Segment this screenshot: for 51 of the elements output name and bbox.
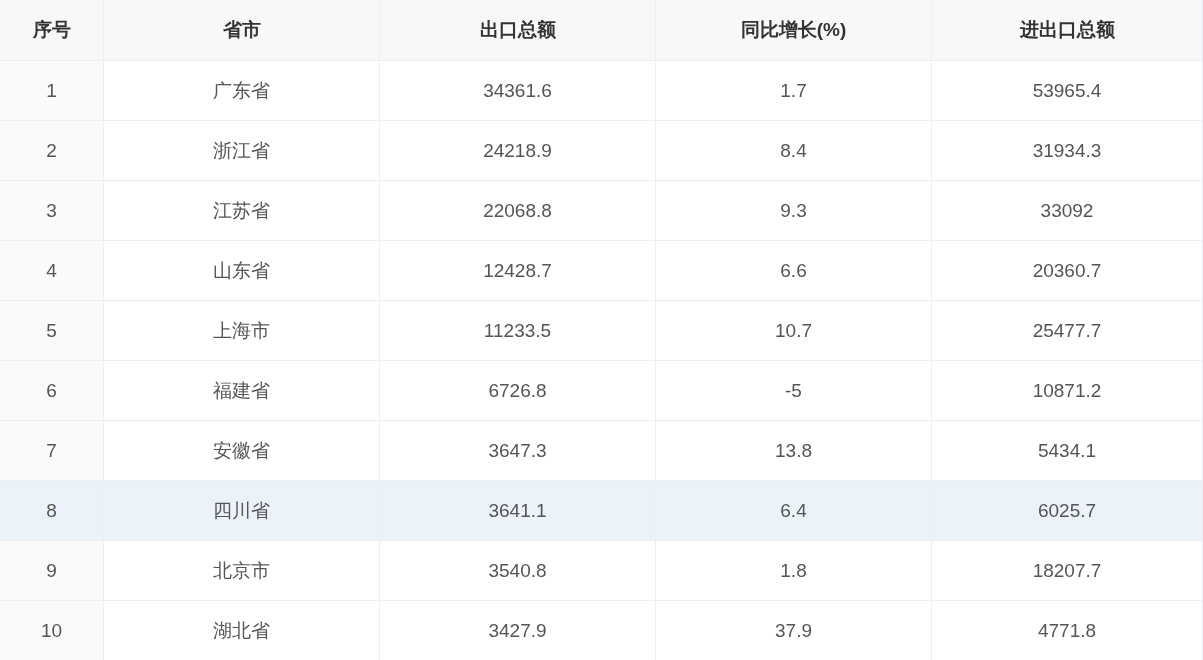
table-cell: 广东省 (104, 61, 380, 121)
table-cell: 8 (0, 481, 104, 541)
table-cell: 6.6 (656, 241, 932, 301)
table-cell: 37.9 (656, 601, 932, 660)
table-cell: 24218.9 (380, 121, 656, 181)
table-cell: 2 (0, 121, 104, 181)
table-cell: 31934.3 (932, 121, 1203, 181)
table-cell: 18207.7 (932, 541, 1203, 601)
table-cell: 1.7 (656, 61, 932, 121)
column-header: 序号 (0, 0, 104, 61)
column-header: 进出口总额 (932, 0, 1203, 61)
table-cell: 1 (0, 61, 104, 121)
table-cell: 1.8 (656, 541, 932, 601)
table-cell: -5 (656, 361, 932, 421)
table-cell: 浙江省 (104, 121, 380, 181)
table-cell: 3 (0, 181, 104, 241)
table-cell: 22068.8 (380, 181, 656, 241)
table-cell: 10.7 (656, 301, 932, 361)
table-cell: 3641.1 (380, 481, 656, 541)
table-cell: 9.3 (656, 181, 932, 241)
table-cell: 6 (0, 361, 104, 421)
table-cell: 10 (0, 601, 104, 660)
table-cell: 4 (0, 241, 104, 301)
table-cell: 4771.8 (932, 601, 1203, 660)
table-cell: 山东省 (104, 241, 380, 301)
table-cell: 北京市 (104, 541, 380, 601)
table-cell: 5 (0, 301, 104, 361)
column-header: 出口总额 (380, 0, 656, 61)
table-cell: 34361.6 (380, 61, 656, 121)
table-cell: 25477.7 (932, 301, 1203, 361)
table-cell: 6.4 (656, 481, 932, 541)
table-cell: 9 (0, 541, 104, 601)
table-cell: 福建省 (104, 361, 380, 421)
table-cell: 上海市 (104, 301, 380, 361)
table-cell: 6025.7 (932, 481, 1203, 541)
table-cell: 3427.9 (380, 601, 656, 660)
table-cell: 3540.8 (380, 541, 656, 601)
table-cell: 湖北省 (104, 601, 380, 660)
column-header: 省市 (104, 0, 380, 61)
table-cell: 20360.7 (932, 241, 1203, 301)
table-cell: 四川省 (104, 481, 380, 541)
table-cell: 53965.4 (932, 61, 1203, 121)
table-cell: 33092 (932, 181, 1203, 241)
table-cell: 12428.7 (380, 241, 656, 301)
table-cell: 8.4 (656, 121, 932, 181)
table-cell: 7 (0, 421, 104, 481)
column-header: 同比增长(%) (656, 0, 932, 61)
table-cell: 江苏省 (104, 181, 380, 241)
table-cell: 10871.2 (932, 361, 1203, 421)
table-cell: 6726.8 (380, 361, 656, 421)
table-cell: 11233.5 (380, 301, 656, 361)
